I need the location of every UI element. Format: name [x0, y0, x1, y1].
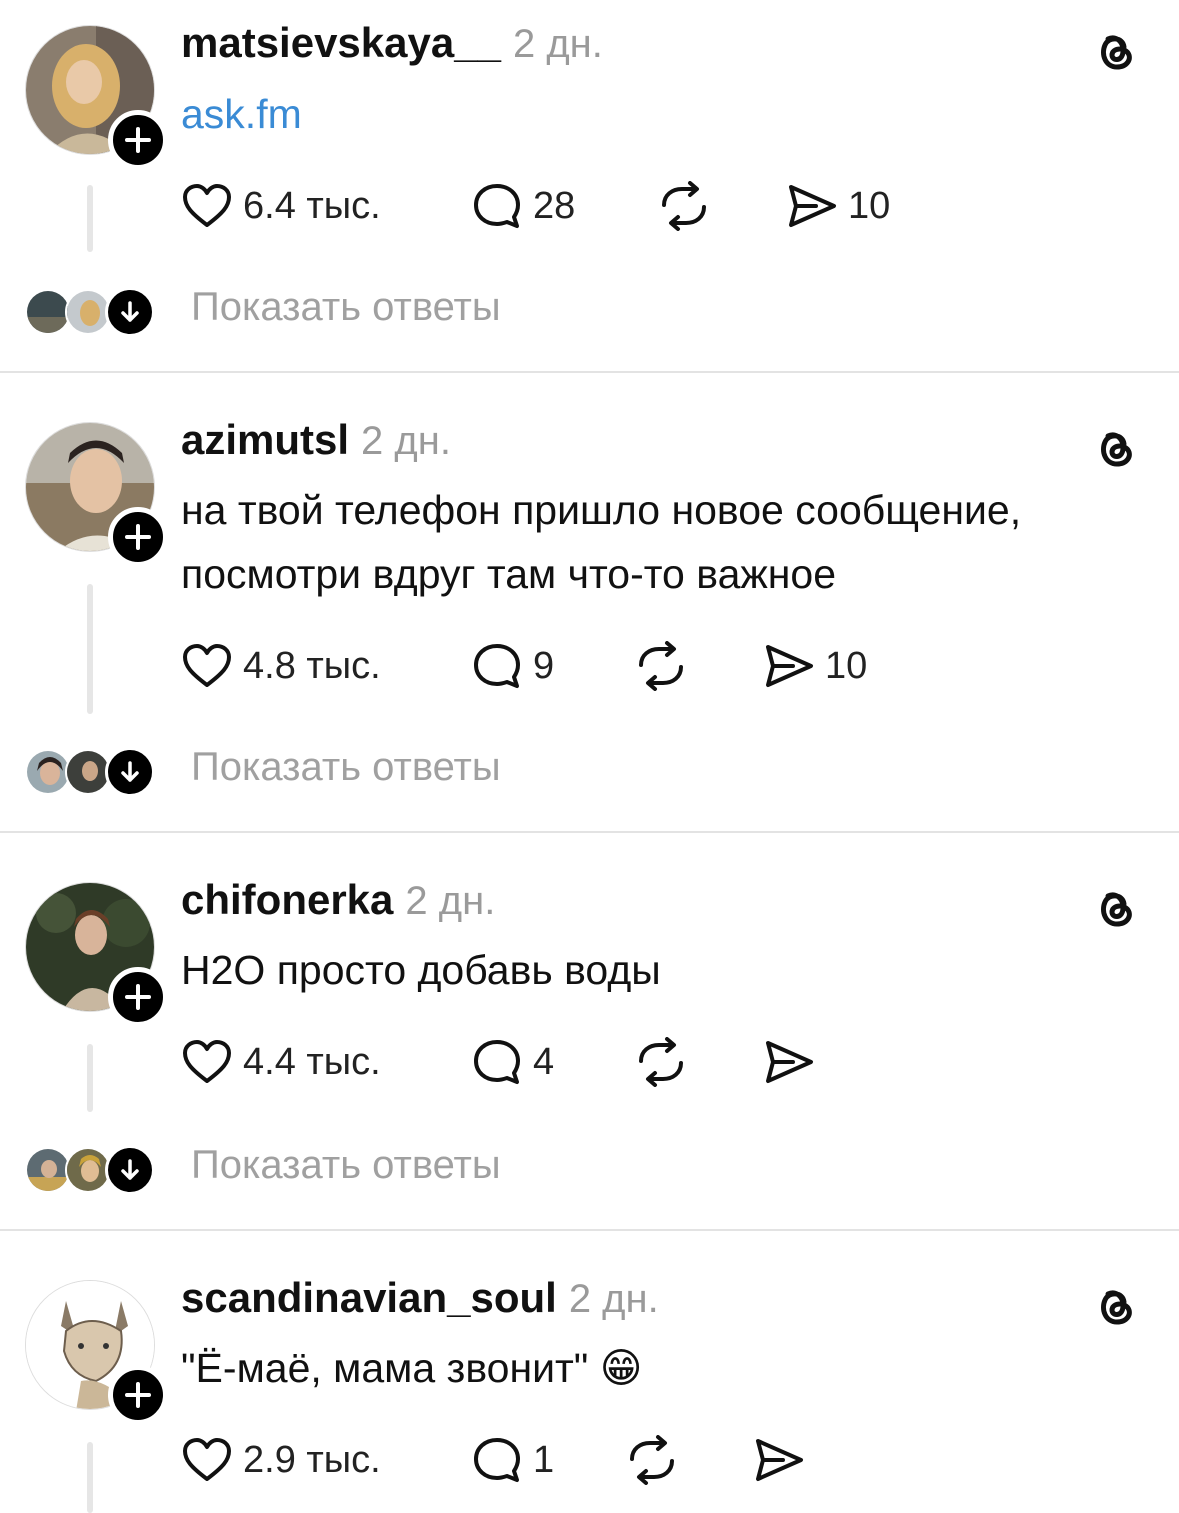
- follow-button[interactable]: [108, 1365, 168, 1425]
- repost-button[interactable]: [624, 1435, 680, 1485]
- plus-icon: [125, 524, 151, 550]
- threads-logo-icon[interactable]: [1090, 422, 1140, 472]
- username[interactable]: scandinavian_soul: [181, 1274, 557, 1322]
- post-header: azimutsl 2 дн.: [181, 416, 451, 466]
- share-button[interactable]: 10: [763, 641, 867, 691]
- comment-button[interactable]: 9: [471, 641, 554, 691]
- repost-icon: [639, 1037, 683, 1087]
- thread-line: [87, 185, 93, 252]
- post-text-line: Н2О просто добавь воды: [181, 947, 661, 993]
- send-icon: [756, 1439, 803, 1481]
- arrow-down-icon: [121, 1159, 139, 1180]
- post-text: Н2О просто добавь воды: [181, 938, 661, 1002]
- heart-icon: [183, 1438, 231, 1481]
- comment-count: 1: [533, 1438, 555, 1481]
- like-count: 4.4 тыс.: [243, 1040, 381, 1083]
- repost-button[interactable]: [656, 181, 712, 231]
- post-header: chifonerka 2 дн.: [181, 876, 495, 926]
- comment-button[interactable]: 4: [471, 1037, 554, 1087]
- post-divider: [0, 1229, 1179, 1231]
- show-replies-row[interactable]: Показать ответы: [25, 745, 725, 799]
- heart-icon: [183, 1040, 231, 1083]
- show-replies-row[interactable]: Показать ответы: [25, 285, 725, 339]
- like-count: 2.9 тыс.: [243, 1438, 381, 1481]
- comment-bubble-icon: [474, 1040, 520, 1084]
- username[interactable]: chifonerka: [181, 876, 393, 924]
- share-button[interactable]: 10: [786, 181, 890, 231]
- heart-icon: [183, 184, 231, 227]
- post-header: scandinavian_soul 2 дн.: [181, 1274, 659, 1324]
- post-text-line[interactable]: ask.fm: [181, 82, 302, 146]
- post-time: 2 дн.: [568, 1277, 659, 1321]
- post-text-line: посмотри вдруг там что-то важное: [181, 551, 837, 597]
- action-bar: 2.9 тыс. 1: [181, 1435, 1081, 1485]
- username[interactable]: azimutsl: [181, 416, 349, 464]
- like-button[interactable]: 4.8 тыс.: [181, 641, 381, 691]
- post-time: 2 дн.: [361, 419, 451, 463]
- like-button[interactable]: 2.9 тыс.: [181, 1435, 381, 1485]
- thread-line: [87, 1442, 93, 1513]
- share-count: 10: [825, 644, 868, 687]
- like-button[interactable]: 4.4 тыс.: [181, 1037, 381, 1087]
- post-text[interactable]: ask.fm: [181, 82, 302, 146]
- comment-button[interactable]: 28: [471, 181, 575, 231]
- thread-line: [87, 1044, 93, 1112]
- post-divider: [0, 831, 1179, 833]
- action-bar: 4.8 тыс. 9 10: [181, 641, 1081, 691]
- username[interactable]: matsievskaya__: [181, 19, 501, 67]
- comment-count: 28: [533, 184, 576, 227]
- send-icon: [766, 645, 813, 687]
- repost-icon: [639, 641, 683, 691]
- expand-replies-button[interactable]: [105, 747, 155, 797]
- arrow-down-icon: [121, 301, 139, 322]
- thread-line: [87, 584, 93, 714]
- repost-button[interactable]: [633, 641, 689, 691]
- comment-bubble-icon: [474, 644, 520, 688]
- like-count: 6.4 тыс.: [243, 184, 381, 227]
- threads-logo-icon[interactable]: [1090, 1280, 1140, 1330]
- expand-replies-button[interactable]: [105, 287, 155, 337]
- post-text: "Ё-маё, мама звонит" 😁: [181, 1336, 642, 1400]
- action-bar: 6.4 тыс. 28 10: [181, 181, 1081, 231]
- plus-icon: [125, 1382, 151, 1408]
- expand-replies-button[interactable]: [105, 1145, 155, 1195]
- post-time: 2 дн.: [405, 879, 496, 923]
- follow-button[interactable]: [108, 967, 168, 1027]
- show-replies-row[interactable]: Показать ответы: [25, 1143, 725, 1197]
- arrow-down-icon: [121, 761, 139, 782]
- show-replies-link[interactable]: Показать ответы: [191, 285, 501, 330]
- comment-button[interactable]: 1: [471, 1435, 554, 1485]
- post-time: 2 дн.: [512, 22, 603, 66]
- show-replies-link[interactable]: Показать ответы: [191, 745, 501, 790]
- send-icon: [766, 1041, 813, 1083]
- show-replies-link[interactable]: Показать ответы: [191, 1143, 501, 1188]
- comment-count: 4: [533, 1040, 555, 1083]
- post-text-line: "Ё-маё, мама звонит" 😁: [181, 1345, 643, 1391]
- plus-icon: [125, 127, 151, 153]
- post-header: matsievskaya__ 2 дн.: [181, 19, 603, 69]
- threads-logo-icon[interactable]: [1090, 25, 1140, 75]
- action-bar: 4.4 тыс. 4: [181, 1037, 1081, 1087]
- post-text-line: на твой телефон пришло новое сообщение,: [181, 487, 1022, 533]
- post-text: на твой телефон пришло новое сообщение, …: [181, 478, 1021, 606]
- follow-button[interactable]: [108, 110, 168, 170]
- like-count: 4.8 тыс.: [243, 644, 381, 687]
- comment-bubble-icon: [474, 184, 520, 228]
- post-divider: [0, 371, 1179, 373]
- like-button[interactable]: 6.4 тыс.: [181, 181, 381, 231]
- send-icon: [789, 185, 836, 227]
- share-button[interactable]: [763, 1037, 815, 1087]
- comment-bubble-icon: [474, 1438, 520, 1482]
- share-count: 10: [848, 184, 891, 227]
- follow-button[interactable]: [108, 507, 168, 567]
- share-button[interactable]: [753, 1435, 805, 1485]
- plus-icon: [125, 984, 151, 1010]
- repost-icon: [630, 1435, 674, 1485]
- repost-button[interactable]: [633, 1037, 689, 1087]
- heart-icon: [183, 644, 231, 687]
- repost-icon: [662, 181, 706, 231]
- threads-logo-icon[interactable]: [1090, 882, 1140, 932]
- comment-count: 9: [533, 644, 555, 687]
